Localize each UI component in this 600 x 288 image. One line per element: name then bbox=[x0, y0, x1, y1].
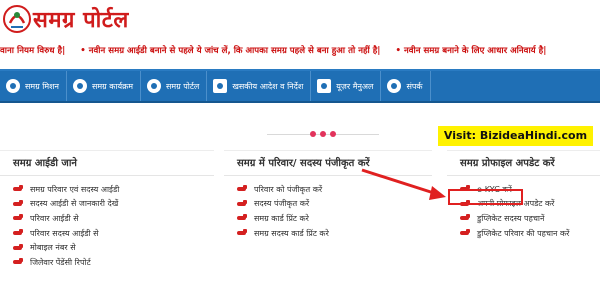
site-title[interactable]: समग्र पोर्टल bbox=[33, 4, 129, 34]
column-title-underline bbox=[224, 175, 432, 176]
list-item-label: समग्र परिवार एवं सदस्य आईडी bbox=[30, 184, 120, 194]
ticker-item[interactable]: • नवीन समग्र बनाने के लिए आधार अनिवार्य … bbox=[395, 40, 546, 62]
list-item-label: डुप्लिकेट परिवार की पहचान करें bbox=[477, 228, 570, 238]
main-nav: समग्र मिशन समग्र कार्यक्रम समग्र पोर्टल … bbox=[0, 69, 600, 103]
list-item-label: मोबाइल नंबर से bbox=[30, 243, 76, 253]
nav-item-contact[interactable]: संपर्क bbox=[381, 71, 431, 101]
list-item[interactable]: सदस्य आईडी से जानकारी देखें bbox=[13, 197, 214, 212]
pointing-hand-icon bbox=[460, 229, 471, 237]
globe-icon bbox=[6, 79, 20, 93]
nav-item-manual[interactable]: यूज़र मैनुअल bbox=[311, 71, 382, 101]
ticker-item[interactable]: वाना नियम विरुध है| bbox=[0, 40, 65, 62]
divider-dot bbox=[310, 131, 316, 137]
list-item-label: समग्र सदस्य कार्ड प्रिंट करे bbox=[254, 228, 329, 238]
list-item-label: सदस्य आईडी से जानकारी देखें bbox=[30, 199, 119, 209]
column-title: समग्र में परिवार/ सदस्य पंजीकृत करें bbox=[237, 158, 370, 169]
column-title: समग्र आईडी जाने bbox=[13, 158, 77, 169]
site-header: समग्र पोर्टल bbox=[0, 0, 600, 40]
watermark-badge: Visit: BizideaHindi.com bbox=[438, 126, 593, 146]
list-item-label: जिलेवार पेंडेंसी रिपोर्ट bbox=[30, 257, 91, 267]
pointing-hand-icon bbox=[237, 185, 248, 193]
pointing-hand-icon bbox=[237, 229, 248, 237]
pointing-hand-icon bbox=[460, 214, 471, 222]
divider-dot bbox=[320, 131, 326, 137]
list-item[interactable]: समग्र सदस्य कार्ड प्रिंट करे bbox=[237, 226, 432, 241]
column-title-underline bbox=[447, 175, 600, 176]
list-item[interactable]: परिवार आईडी से bbox=[13, 211, 214, 226]
nav-item-label: खसकीय आदेश व निर्देश bbox=[232, 81, 304, 91]
globe-icon bbox=[72, 79, 87, 93]
pointing-hand-icon bbox=[237, 214, 248, 222]
ekyc-highlight-box bbox=[448, 189, 523, 205]
ticker-item[interactable]: • नवीन समग्र आईडी बनाने से पहले ये जांच … bbox=[80, 40, 380, 62]
list-item-label: सदस्य पंजीकृत करें bbox=[254, 199, 310, 209]
pointing-hand-icon bbox=[13, 229, 24, 237]
list-item[interactable]: डुप्लिकेट सदस्य पहचानें bbox=[460, 211, 600, 226]
pointing-hand-icon bbox=[13, 258, 24, 266]
book-icon bbox=[317, 79, 332, 93]
nav-item-portal[interactable]: समग्र पोर्टल bbox=[141, 71, 208, 101]
column-title: समग्र प्रोफाइल अपडेट करें bbox=[460, 158, 555, 169]
pointing-hand-icon bbox=[13, 243, 24, 252]
divider-dot bbox=[330, 131, 336, 137]
document-icon bbox=[213, 79, 228, 93]
location-icon bbox=[387, 79, 402, 93]
list-item-label: परिवार सदस्य आईडी से bbox=[30, 228, 99, 238]
nav-item-label: समग्र मिशन bbox=[25, 81, 59, 91]
samagra-logo[interactable] bbox=[2, 3, 32, 35]
pointing-hand-icon bbox=[13, 214, 24, 222]
list-item[interactable]: परिवार सदस्य आईडी से bbox=[13, 226, 214, 241]
list-item-label: समग्र कार्ड प्रिंट करे bbox=[254, 213, 309, 223]
pointing-hand-icon bbox=[237, 199, 248, 208]
link-list: समग्र परिवार एवं सदस्य आईडी सदस्य आईडी स… bbox=[0, 182, 214, 270]
column-know-samagra-id: समग्र आईडी जाने समग्र परिवार एवं सदस्य आ… bbox=[0, 150, 214, 288]
pointing-hand-icon bbox=[13, 185, 24, 193]
list-item[interactable]: मोबाइल नंबर से bbox=[13, 240, 214, 255]
list-item[interactable]: जिलेवार पेंडेंसी रिपोर्ट bbox=[13, 255, 214, 270]
nav-item-label: संपर्क bbox=[406, 81, 423, 91]
nav-item-mission[interactable]: समग्र मिशन bbox=[0, 71, 67, 101]
list-item[interactable]: सदस्य पंजीकृत करें bbox=[237, 197, 432, 212]
globe-icon bbox=[147, 79, 162, 93]
list-item[interactable]: डुप्लिकेट परिवार की पहचान करें bbox=[460, 226, 600, 241]
list-item[interactable]: समग्र कार्ड प्रिंट करे bbox=[237, 211, 432, 226]
column-title-underline bbox=[0, 175, 214, 176]
nav-item-orders[interactable]: खसकीय आदेश व निर्देश bbox=[207, 71, 312, 101]
nav-item-label: यूज़र मैनुअल bbox=[336, 81, 374, 91]
link-list: परिवार को पंजीकृत करें सदस्य पंजीकृत करे… bbox=[224, 182, 432, 240]
list-item[interactable]: समग्र परिवार एवं सदस्य आईडी bbox=[13, 182, 214, 197]
section-divider bbox=[267, 131, 379, 139]
nav-item-program[interactable]: समग्र कार्यक्रम bbox=[67, 71, 142, 101]
nav-item-label: समग्र कार्यक्रम bbox=[91, 81, 134, 91]
list-item-label: परिवार को पंजीकृत करें bbox=[254, 184, 323, 194]
list-item-label: परिवार आईडी से bbox=[30, 213, 79, 223]
list-item[interactable]: परिवार को पंजीकृत करें bbox=[237, 182, 432, 197]
pointing-hand-icon bbox=[13, 199, 24, 208]
news-ticker: वाना नियम विरुध है| • नवीन समग्र आईडी बन… bbox=[0, 40, 600, 62]
nav-item-label: समग्र पोर्टल bbox=[166, 81, 200, 91]
column-register-family: समग्र में परिवार/ सदस्य पंजीकृत करें परि… bbox=[224, 150, 432, 288]
column-profile-update: समग्र प्रोफाइल अपडेट करें e-KYC करें अपन… bbox=[447, 150, 600, 288]
list-item-label: डुप्लिकेट सदस्य पहचानें bbox=[477, 213, 545, 223]
